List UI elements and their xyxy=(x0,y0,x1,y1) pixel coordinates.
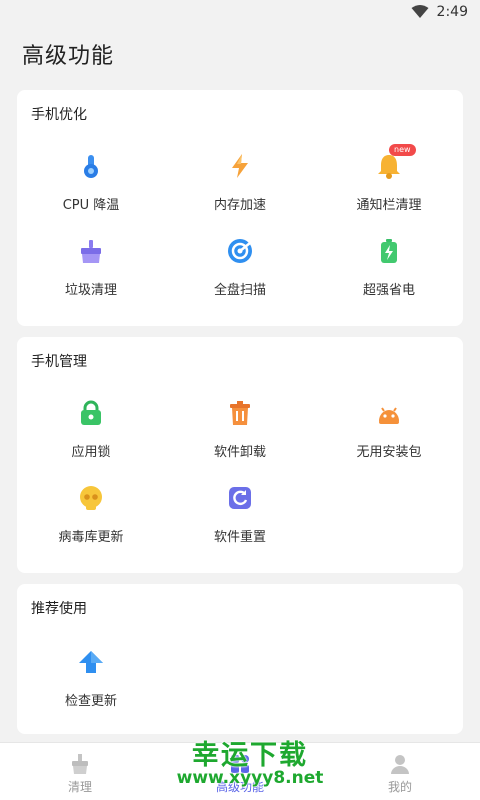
feature-label: CPU 降温 xyxy=(62,198,120,213)
section-title: 手机优化 xyxy=(31,107,87,123)
reset-icon xyxy=(226,484,254,512)
section-title: 手机管理 xyxy=(31,354,87,370)
feature-memory-boost[interactable]: 内存加速 xyxy=(166,150,314,220)
new-badge: new xyxy=(389,144,416,156)
section-title: 推荐使用 xyxy=(31,601,87,617)
feature-label: 无用安装包 xyxy=(356,445,422,460)
skull-icon xyxy=(77,484,105,512)
wifi-icon xyxy=(411,5,429,18)
feature-uninstall[interactable]: 软件卸载 xyxy=(166,397,314,467)
feature-virus-db-update[interactable]: 病毒库更新 xyxy=(17,482,165,552)
broom-tab-icon xyxy=(72,754,88,774)
section-card-recommended: 推荐使用 检查更新 xyxy=(17,584,463,734)
feature-useless-packages[interactable]: 无用安装包 xyxy=(315,397,463,467)
feature-power-saving[interactable]: 超强省电 xyxy=(315,235,463,305)
tab-advanced-features[interactable]: 高级功能 xyxy=(160,743,320,800)
lightning-icon xyxy=(226,152,254,180)
broom-icon xyxy=(77,237,105,265)
status-time: 2:49 xyxy=(436,4,468,20)
thermometer-icon xyxy=(77,152,105,180)
scan-icon xyxy=(226,237,254,265)
page-title: 高级功能 xyxy=(22,44,115,69)
feature-label: 软件卸载 xyxy=(213,445,266,460)
section-card-phone-management: 手机管理 应用锁 软件卸载 无用安装包 病毒库更新 软件重置 xyxy=(17,337,463,573)
feature-check-update[interactable]: 检查更新 xyxy=(17,646,165,716)
feature-label: 病毒库更新 xyxy=(58,530,124,545)
feature-label: 内存加速 xyxy=(213,198,266,213)
feature-label: 应用锁 xyxy=(71,445,111,460)
section-card-phone-optimization: 手机优化 CPU 降温 内存加速 new 通知栏清理 垃圾清理 全盘扫描 超强省… xyxy=(17,90,463,326)
tab-label: 我的 xyxy=(387,780,412,794)
bottom-tab-bar: 清理 高级功能 我的 xyxy=(0,742,480,800)
android-icon xyxy=(375,399,403,427)
feature-label: 检查更新 xyxy=(64,694,117,709)
feature-label: 通知栏清理 xyxy=(356,198,422,213)
feature-full-scan[interactable]: 全盘扫描 xyxy=(166,235,314,305)
person-tab-icon xyxy=(391,755,409,774)
feature-label: 软件重置 xyxy=(213,530,266,545)
feature-app-reset[interactable]: 软件重置 xyxy=(166,482,314,552)
grid-tab-icon xyxy=(231,755,249,773)
feature-label: 全盘扫描 xyxy=(213,283,266,298)
trash-icon xyxy=(226,399,254,427)
feature-app-lock[interactable]: 应用锁 xyxy=(17,397,165,467)
feature-cpu-cooling[interactable]: CPU 降温 xyxy=(17,150,165,220)
feature-label: 垃圾清理 xyxy=(64,283,117,298)
bell-icon: new xyxy=(375,144,416,180)
tab-label: 高级功能 xyxy=(215,780,264,794)
tab-label: 清理 xyxy=(67,780,92,794)
tab-clean[interactable]: 清理 xyxy=(0,743,160,800)
tab-mine[interactable]: 我的 xyxy=(320,743,480,800)
status-bar: 2:49 xyxy=(0,0,480,24)
feature-junk-cleanup[interactable]: 垃圾清理 xyxy=(17,235,165,305)
lock-icon xyxy=(77,399,105,427)
update-arrow-icon xyxy=(77,648,105,676)
battery-icon xyxy=(375,237,403,265)
feature-label: 超强省电 xyxy=(362,283,415,298)
feature-notification-cleanup[interactable]: new 通知栏清理 xyxy=(315,144,463,220)
